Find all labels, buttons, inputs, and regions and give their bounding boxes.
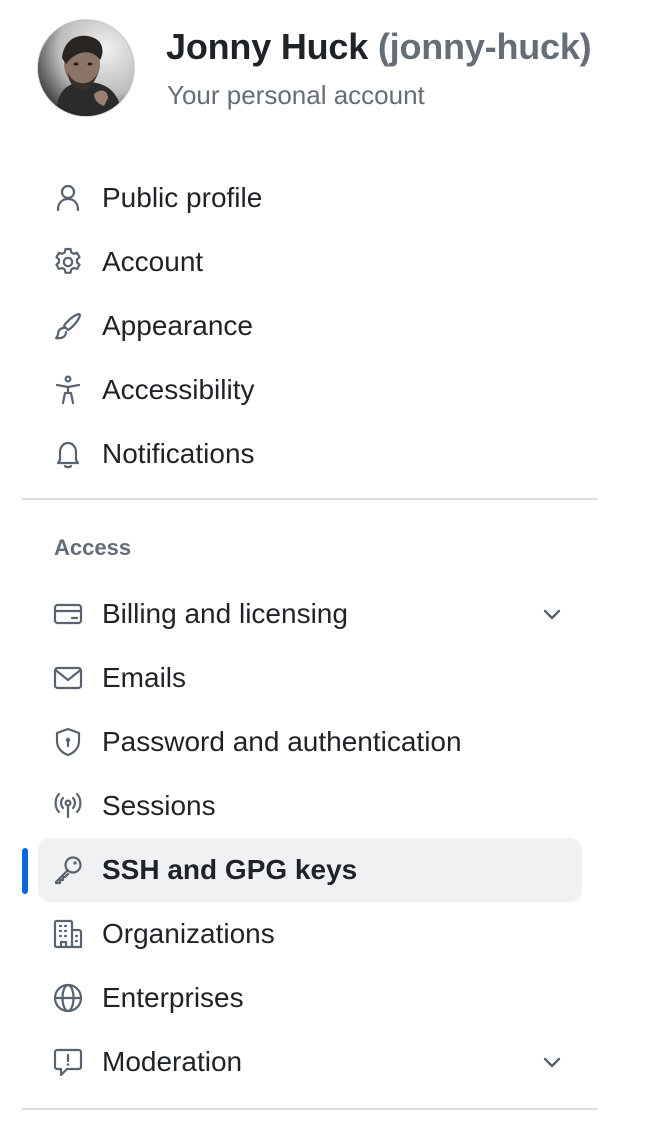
- nav-item-label: SSH and GPG keys: [102, 854, 358, 885]
- nav-item-account[interactable]: Account: [38, 230, 582, 294]
- nav-item-label: Organizations: [102, 918, 275, 949]
- divider: [22, 498, 598, 500]
- settings-sidebar: Public profile Account Appearance Access…: [38, 166, 582, 486]
- report-icon: [52, 1046, 84, 1078]
- access-nav: Billing and licensing Emails Password an…: [22, 582, 582, 1094]
- nav-item-accessibility[interactable]: Accessibility: [38, 358, 582, 422]
- chevron-down-icon[interactable]: [538, 600, 566, 628]
- nav-item-sessions[interactable]: Sessions: [38, 774, 582, 838]
- active-indicator: [22, 848, 28, 894]
- nav-item-enterprises[interactable]: Enterprises: [38, 966, 582, 1030]
- broadcast-icon: [52, 790, 84, 822]
- gear-icon: [52, 246, 84, 278]
- nav-item-organizations[interactable]: Organizations: [38, 902, 582, 966]
- organization-icon: [52, 918, 84, 950]
- account-subtitle: Your personal account: [167, 80, 425, 110]
- nav-item-public-profile[interactable]: Public profile: [38, 166, 582, 230]
- person-icon: [52, 182, 84, 214]
- nav-item-label: Public profile: [102, 182, 263, 213]
- nav-item-label: Notifications: [102, 438, 255, 469]
- chevron-down-icon[interactable]: [538, 1048, 566, 1076]
- paintbrush-icon: [52, 310, 84, 342]
- nav-item-moderation[interactable]: Moderation: [38, 1030, 582, 1094]
- nav-item-label: Enterprises: [102, 982, 244, 1013]
- nav-item-appearance[interactable]: Appearance: [38, 294, 582, 358]
- nav-item-ssh-gpg-keys[interactable]: SSH and GPG keys: [22, 838, 582, 902]
- nav-item-notifications[interactable]: Notifications: [38, 422, 582, 486]
- avatar[interactable]: [38, 20, 134, 116]
- nav-item-label: Appearance: [102, 310, 254, 341]
- key-icon: [52, 854, 84, 886]
- nav-item-label: Emails: [102, 662, 187, 693]
- nav-item-label: Billing and licensing: [102, 598, 348, 629]
- nav-item-label: Sessions: [102, 790, 216, 821]
- bell-icon: [52, 438, 84, 470]
- account-header: Jonny Huck (jonny-huck) Your personal ac…: [38, 20, 638, 120]
- nav-item-label: Moderation: [102, 1046, 243, 1077]
- credit-card-icon: [52, 598, 84, 630]
- nav-item-label: Accessibility: [102, 374, 255, 405]
- divider: [22, 1108, 598, 1110]
- section-title-access: Access: [54, 535, 132, 560]
- shield-lock-icon: [52, 726, 84, 758]
- username: (jonny-huck): [377, 26, 592, 67]
- globe-icon: [52, 982, 84, 1014]
- nav-item-label: Account: [102, 246, 204, 277]
- nav-item-label: Password and authentication: [102, 726, 462, 757]
- nav-item-billing[interactable]: Billing and licensing: [38, 582, 582, 646]
- mail-icon: [52, 662, 84, 694]
- account-name: Jonny Huck (jonny-huck): [166, 26, 592, 68]
- nav-item-emails[interactable]: Emails: [38, 646, 582, 710]
- display-name: Jonny Huck: [166, 26, 369, 67]
- nav-item-password-auth[interactable]: Password and authentication: [38, 710, 582, 774]
- accessibility-icon: [52, 374, 84, 406]
